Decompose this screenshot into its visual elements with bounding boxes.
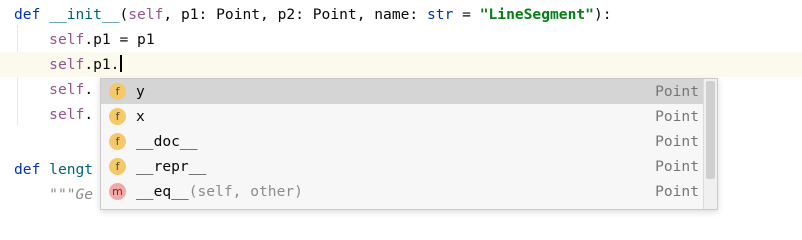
code-editor[interactable]: def __init__(self, p1: Point, p2: Point,… (0, 0, 802, 210)
completion-item-x[interactable]: f x Point (101, 104, 703, 129)
equals: = (453, 6, 480, 23)
function-name: __init__ (49, 6, 120, 23)
text-caret (120, 55, 123, 72)
keyword-def: def (14, 161, 41, 178)
self-ref: self (49, 106, 85, 123)
completion-popup[interactable]: f y Point f x Point f __doc__ Point f __… (100, 78, 718, 210)
method-icon: m (109, 183, 126, 200)
code-text: """Ge (14, 182, 93, 207)
docstring: """Ge (49, 186, 94, 203)
item-label: __doc__ (136, 133, 198, 150)
code-text: self. (14, 77, 93, 102)
code-text: self. (14, 102, 93, 127)
self-ref: self (49, 81, 85, 98)
function-name: lengt (49, 161, 94, 178)
completion-item-type: Point (655, 183, 699, 200)
completion-item-type: Point (655, 108, 699, 125)
completion-item-type: Point (655, 83, 699, 100)
statement-text: . (84, 106, 94, 123)
completion-item-doc[interactable]: f __doc__ Point (101, 129, 703, 154)
item-signature: (self, other) (188, 183, 303, 200)
completion-item-eq[interactable]: m __eq__(self, other) Point (101, 179, 703, 204)
statement-text: . (84, 81, 94, 98)
completion-item-repr[interactable]: f __repr__ Point (101, 154, 703, 179)
completion-item-name: __doc__ (136, 129, 198, 154)
code-text: def __init__(self, p1: Point, p2: Point,… (14, 2, 612, 27)
code-line-2[interactable]: self.p1 = p1 (0, 27, 802, 52)
code-text: def lengt (14, 157, 93, 182)
self-param: self (128, 6, 164, 23)
self-ref: self (49, 31, 85, 48)
string-literal: "LineSegment" (479, 6, 594, 23)
paren-open: ( (119, 6, 129, 23)
field-icon: f (109, 83, 126, 100)
scrollbar-thumb[interactable] (706, 81, 715, 179)
item-label: __eq__ (136, 183, 189, 200)
item-label: y (136, 83, 145, 100)
completion-item-name: y (136, 79, 145, 104)
field-icon: f (109, 108, 126, 125)
statement-text: .p1. (84, 56, 120, 73)
completion-item-type: Point (655, 158, 699, 175)
type-str: str (427, 6, 454, 23)
field-icon: f (109, 158, 126, 175)
popup-scrollbar[interactable] (703, 79, 717, 209)
completion-item-type: Point (655, 133, 699, 150)
statement-text: .p1 = p1 (84, 31, 155, 48)
code-text: self.p1 = p1 (14, 27, 155, 52)
self-ref: self (49, 56, 85, 73)
item-label: x (136, 108, 145, 125)
field-icon: f (109, 133, 126, 150)
code-text: self.p1. (14, 52, 123, 77)
code-line-1[interactable]: def __init__(self, p1: Point, p2: Point,… (0, 2, 802, 27)
paren-close: ): (593, 6, 612, 23)
keyword-def: def (14, 6, 41, 23)
params-text: , p1: Point, p2: Point, name: (163, 6, 427, 23)
code-line-3-current[interactable]: self.p1. (0, 52, 802, 77)
item-label: __repr__ (136, 158, 207, 175)
completion-item-y[interactable]: f y Point (101, 79, 703, 104)
completion-item-name: __eq__(self, other) (136, 179, 303, 204)
completion-item-name: x (136, 104, 145, 129)
completion-item-name: __repr__ (136, 154, 206, 179)
